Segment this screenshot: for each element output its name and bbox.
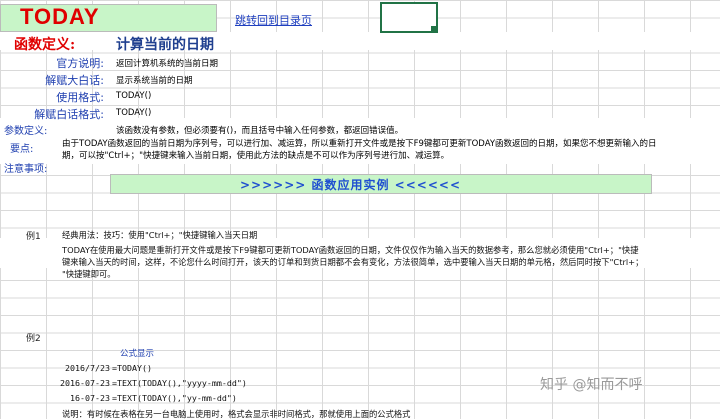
fill-handle[interactable] (431, 26, 436, 31)
params-label: 参数定义: (4, 126, 48, 137)
points-label: 要点: (10, 144, 34, 155)
example1-line-3: "快捷键即可。 (62, 269, 116, 279)
examples-banner-text: >>>>>> 函数应用实例 <<<<<< (240, 178, 462, 192)
plain-format-value: TODAY() (116, 108, 152, 118)
spreadsheet-grid[interactable] (0, 0, 720, 419)
definition-value: 计算当前的日期 (116, 37, 214, 53)
formula-row-1: =TODAY() (112, 363, 152, 373)
result-row-3: 16-07-23 (70, 393, 110, 403)
formula-header: 公式显示 (120, 349, 155, 359)
jump-to-index-link[interactable]: 跳转回到目录页 (235, 12, 312, 28)
official-desc-value: 返回计算机系统的当前日期 (116, 59, 219, 69)
page-title: TODAY (20, 4, 100, 29)
example1-label: 例1 (26, 232, 41, 242)
plain-desc-value: 显示系统当前的日期 (116, 76, 193, 86)
points-line-2: 期，可以按"Ctrl+；"快捷键来输入当前日期，使用此方法的缺点是不可以作为序列… (62, 151, 450, 161)
result-row-2: 2016-07-23 (60, 378, 110, 388)
example2-label: 例2 (26, 334, 41, 344)
definition-row (0, 32, 720, 50)
example1-line-1: TODAY在使用最大问题是重新打开文件或是按下F9键都可更新TODAY函数返回的… (62, 245, 639, 255)
formula-row-2: =TEXT(TODAY(),"yyyy-mm-dd") (112, 378, 247, 388)
definition-label: 函数定义: (14, 37, 76, 53)
official-desc-label: 官方说明: (56, 57, 104, 70)
usage-format-value: TODAY() (116, 91, 152, 101)
selected-cell[interactable] (380, 2, 438, 33)
notes-label: 注意事项: (4, 164, 48, 175)
result-row-1: 2016/7/23 (65, 363, 110, 373)
formula-row-3: =TEXT(TODAY(),"yy-mm-dd") (112, 393, 237, 403)
example1-line-2: 键来输入当天的时间，这样，不论您什么时间打开，该天的订单和到货日期都不会有变化，… (62, 257, 644, 267)
example1-title: 经典用法：技巧：使用"Ctrl+；"快捷键输入当天日期 (62, 230, 258, 240)
example2-note: 说明：有时候在表格在另一台电脑上使用时，格式会显示非时间格式，那就使用上面的公式… (62, 409, 411, 419)
params-value: 该函数没有参数，但必须要有()，而且括号中输入任何参数，都返回错误值。 (116, 126, 404, 136)
plain-desc-label: 解赋大白话: (45, 74, 104, 87)
points-line-1: 由于TODAY函数返回的当前日期为序列号，可以进行加、减运算，所以重新打开文件或… (62, 139, 657, 149)
plain-format-label: 解赋白话格式: (34, 108, 104, 121)
zhihu-watermark: 知乎 @知而不呼 (540, 377, 643, 393)
usage-format-label: 使用格式: (56, 91, 104, 104)
